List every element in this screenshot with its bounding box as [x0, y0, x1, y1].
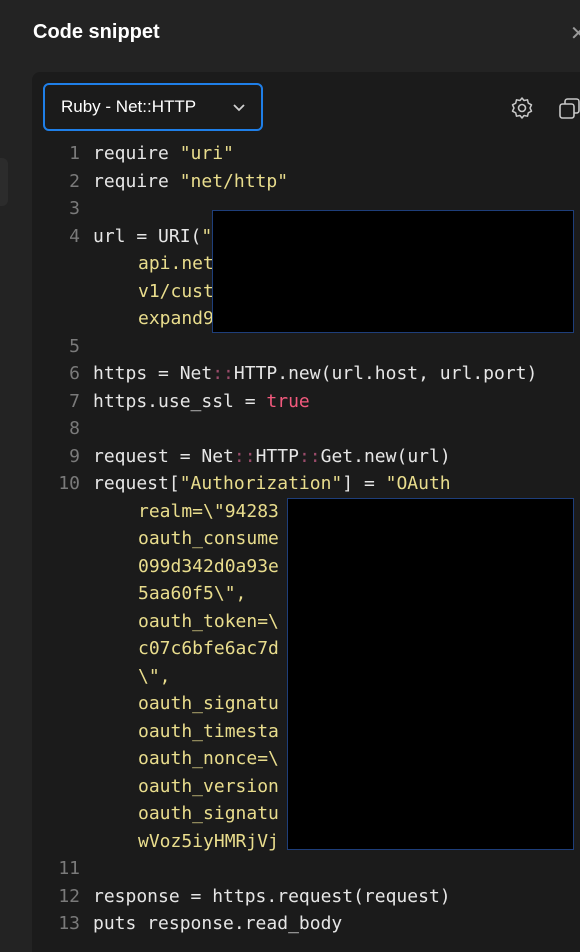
code-string: "uri" [179, 143, 234, 164]
line-number: 2 [69, 170, 80, 192]
code-text: HTTP [255, 445, 299, 467]
code-operator: :: [233, 445, 256, 467]
code-text: require [93, 143, 180, 164]
code-text: https = Net [93, 363, 213, 384]
code-string: \", [138, 665, 171, 687]
code-line: 9 request = Net:: HTTP:: Get.new(url) [54, 443, 537, 471]
code-string: "Authorization" [179, 473, 343, 494]
code-text: https.use_ssl = [93, 390, 267, 412]
code-line: 6 https = Net:: HTTP.new(url.host, url.por… [54, 360, 537, 388]
code-string: realm=\"94283 [138, 500, 279, 522]
line-number: 6 [69, 363, 80, 384]
code-line: 2 require "net/http" [54, 168, 537, 196]
code-operator: :: [212, 363, 234, 384]
code-string: oauth_signatu [138, 803, 279, 824]
code-string: expand9 [138, 308, 214, 329]
line-number: 4 [69, 225, 80, 247]
code-line: 13 puts response.read_body [54, 910, 537, 938]
redaction-box [287, 498, 574, 850]
code-text: HTTP.new(url.host, url.port) [233, 363, 538, 384]
line-number: 1 [69, 143, 80, 164]
code-line: 12 response = https.request(request) [54, 883, 537, 911]
code-text: request[ [93, 473, 180, 494]
line-number: 3 [69, 198, 80, 219]
code-keyword: true [266, 390, 310, 412]
code-string: " [201, 225, 213, 247]
redaction-box [212, 210, 574, 333]
code-string: oauth_nonce=\ [138, 748, 279, 769]
code-string: v1/cust [138, 280, 214, 302]
code-line: 10 request["Authorization"] = "OAuth [54, 470, 537, 498]
code-string: 099d342d0a93e [138, 555, 279, 577]
line-number: 10 [58, 473, 80, 494]
code-line: 7 https.use_ssl = true [54, 388, 537, 416]
code-line: 5 [54, 333, 537, 361]
line-number: 7 [69, 390, 80, 412]
line-number: 13 [58, 913, 80, 934]
language-select[interactable]: Ruby - Net::HTTP [43, 83, 263, 131]
code-string: api.net [138, 253, 214, 274]
line-number: 9 [69, 445, 80, 467]
code-line: 1 require "uri" [54, 140, 537, 168]
code-line: 11 [54, 855, 537, 883]
code-string: wVoz5iyHMRjVj [138, 830, 279, 852]
line-number: 8 [69, 418, 80, 439]
chevron-down-icon [231, 99, 247, 120]
line-number: 11 [58, 858, 80, 879]
code-string: "OAuth [385, 473, 451, 494]
code-string: c07c6bfe6ac7d [138, 638, 279, 659]
code-text: puts response.read_body [93, 913, 343, 934]
code-string: oauth_token=\ [138, 610, 279, 632]
code-text: ] = [342, 473, 386, 494]
code-string: "net/http" [179, 170, 289, 192]
code-operator: :: [298, 445, 321, 467]
code-string: oauth_consume [138, 528, 279, 549]
gear-icon[interactable] [509, 95, 535, 121]
code-string: oauth_timesta [138, 720, 279, 742]
code-string: oauth_signatu [138, 693, 279, 714]
code-text: Get.new(url) [320, 445, 451, 467]
language-select-label: Ruby - Net::HTTP [61, 97, 197, 116]
code-string: oauth_version [138, 775, 279, 797]
code-text: response = https.request(request) [93, 885, 451, 907]
close-icon[interactable]: ✕ [570, 22, 580, 46]
code-text: url = URI( [93, 225, 202, 247]
line-number: 5 [69, 335, 80, 357]
panel-title: Code snippet [33, 21, 160, 43]
code-line: 8 [54, 415, 537, 443]
line-number: 12 [58, 885, 80, 907]
code-string: 5aa60f5\", [138, 583, 247, 604]
code-text: require [93, 170, 180, 192]
side-tab[interactable] [0, 158, 8, 206]
code-text: request = Net [93, 445, 234, 467]
copy-icon[interactable] [557, 95, 580, 121]
